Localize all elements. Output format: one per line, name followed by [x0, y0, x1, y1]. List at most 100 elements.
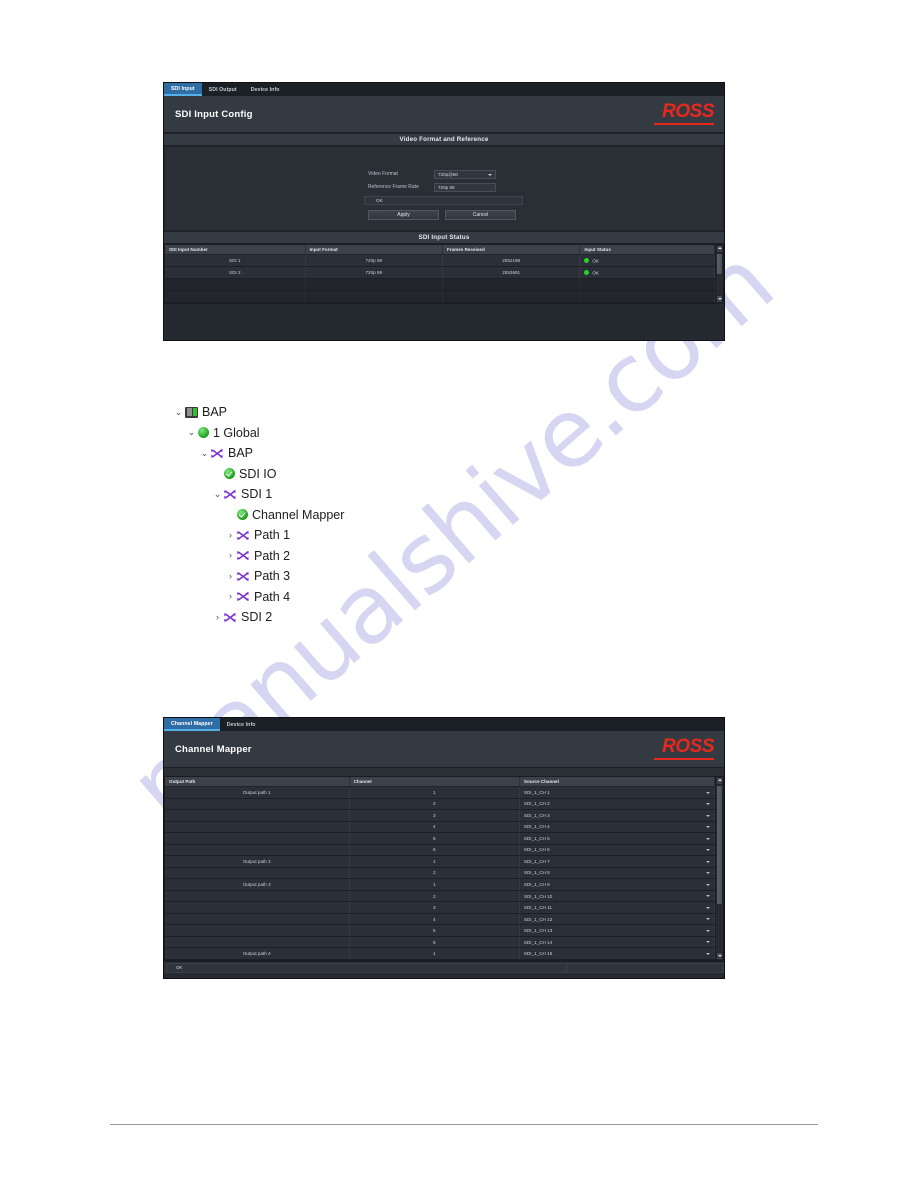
scroll-track[interactable]: [716, 785, 723, 952]
table-row[interactable]: 3 SDI_1_CH 11: [165, 901, 716, 914]
table-row[interactable]: 2 SDI_1_CH 8: [165, 867, 716, 880]
cell-empty: [305, 278, 443, 291]
tree-node[interactable]: ⌄ BAP: [172, 402, 344, 423]
cell-source-channel-select[interactable]: SDI_1_CH 5: [519, 832, 716, 845]
chevron-down-icon[interactable]: ⌄: [211, 489, 224, 499]
chevron-right-icon[interactable]: ›: [224, 530, 237, 540]
chevron-right-icon[interactable]: ›: [224, 571, 237, 581]
video-format-value: 720p@60: [438, 171, 458, 177]
cell-output-path: Output path 3: [165, 878, 350, 891]
scroll-up-icon[interactable]: [716, 245, 723, 253]
chevron-down-icon[interactable]: ⌄: [198, 448, 211, 458]
ross-logo: ROSS: [652, 102, 715, 126]
scroll-down-icon[interactable]: [716, 295, 723, 303]
cm-panel-tabbar: Channel Mapper Device Info: [164, 718, 724, 731]
scroll-thumb[interactable]: [716, 253, 723, 275]
cell-frames: 2553691: [442, 266, 581, 279]
cell-source-channel-select[interactable]: SDI_1_CH 6: [519, 844, 716, 857]
cell-output-path: [165, 913, 350, 926]
cell-source-channel-select[interactable]: SDI_1_CH 1: [519, 786, 716, 799]
video-format-section-band: Video Format and Reference: [164, 133, 724, 146]
tree-node[interactable]: ⌄ BAP: [198, 443, 344, 464]
table-row[interactable]: 5 SDI_1_CH 13: [165, 924, 716, 937]
tab-device-info[interactable]: Device Info: [244, 83, 287, 96]
tab-sdi-input[interactable]: SDI Input: [164, 83, 202, 96]
tree-node[interactable]: SDI IO: [211, 464, 344, 485]
check-circle-icon: [224, 468, 235, 480]
scroll-down-icon[interactable]: [716, 952, 723, 960]
cell-output-path: [165, 832, 350, 845]
cell-source-channel-select[interactable]: SDI_1_CH 13: [519, 924, 716, 937]
crossing-arrows-icon: [237, 550, 250, 561]
sdi-table-scrollbar[interactable]: [715, 245, 723, 303]
cell-number: SDI 2: [165, 266, 306, 279]
cell-source-channel-select[interactable]: SDI_1_CH 2: [519, 798, 716, 811]
table-row[interactable]: Output path 3 1 SDI_1_CH 9: [165, 878, 716, 891]
table-row[interactable]: 2 SDI_1_CH 10: [165, 890, 716, 903]
table-row[interactable]: Output path 2 1 SDI_1_CH 7: [165, 855, 716, 868]
cell-status: OK: [579, 254, 715, 267]
cell-source-channel-select[interactable]: SDI_1_CH 11: [519, 901, 716, 914]
scroll-thumb[interactable]: [716, 785, 723, 905]
scroll-up-icon[interactable]: [716, 777, 723, 785]
tab-channel-mapper[interactable]: Channel Mapper: [164, 718, 220, 731]
chevron-right-icon[interactable]: ›: [224, 551, 237, 560]
table-row[interactable]: 4 SDI_1_CH 4: [165, 821, 716, 834]
tab-sdi-output[interactable]: SDI Output: [202, 83, 244, 96]
cell-source-channel-select[interactable]: SDI_1_CH 15: [519, 947, 716, 960]
crossing-arrows-icon: [224, 612, 237, 623]
chevron-right-icon[interactable]: ›: [211, 612, 224, 622]
apply-button[interactable]: Apply: [368, 210, 439, 220]
cell-source-channel-select[interactable]: SDI_1_CH 8: [519, 867, 716, 880]
table-header-row: Output Path Channel Source Channel: [165, 777, 716, 787]
tree-node[interactable]: Channel Mapper: [224, 505, 344, 526]
page-footer-divider: [110, 1124, 818, 1125]
tree-node[interactable]: › Path 1: [224, 525, 344, 546]
chevron-down-icon[interactable]: ⌄: [185, 428, 198, 437]
tree-node-label: Path 4: [254, 589, 291, 604]
cell-source-channel-select[interactable]: SDI_1_CH 9: [519, 878, 716, 891]
video-format-select[interactable]: 720p@60: [434, 169, 496, 179]
sdi-input-status-table: SDI Input Number Input Format Frames Recei…: [165, 245, 715, 303]
table-row[interactable]: 5 SDI_1_CH 5: [165, 832, 716, 845]
table-row[interactable]: Output path 4 1 SDI_1_CH 15: [165, 947, 716, 960]
table-row[interactable]: SDI 2 720p 59 2553691 OK: [165, 266, 715, 279]
cell-channel: 2: [349, 867, 520, 880]
cell-source-channel-select[interactable]: SDI_1_CH 4: [519, 821, 716, 834]
scroll-track[interactable]: [716, 253, 723, 295]
table-row[interactable]: SDI 1 720p 59 2552198 OK: [165, 254, 715, 267]
table-row[interactable]: 2 SDI_1_CH 2: [165, 798, 716, 811]
cm-table-scrollbar[interactable]: [715, 777, 723, 960]
tree-node[interactable]: ⌄ 1 Global: [185, 423, 344, 444]
table-row[interactable]: 4 SDI_1_CH 12: [165, 913, 716, 926]
reference-frame-rate-input[interactable]: 720p 59: [434, 182, 496, 192]
table-row[interactable]: 6 SDI_1_CH 6: [165, 844, 716, 857]
chevron-right-icon[interactable]: ›: [224, 592, 237, 601]
cell-source-channel-select[interactable]: SDI_1_CH 10: [519, 890, 716, 903]
tree-node[interactable]: ⌄ SDI 1: [211, 484, 344, 505]
tree-node-label: Path 3: [254, 569, 291, 584]
cell-source-channel-select[interactable]: SDI_1_CH 7: [519, 855, 716, 868]
chevron-down-icon[interactable]: ⌄: [172, 407, 185, 417]
tree-node[interactable]: › Path 3: [224, 566, 344, 587]
cell-channel: 3: [349, 809, 520, 822]
cell-output-path: [165, 924, 350, 937]
tree-node[interactable]: › Path 4: [224, 587, 344, 608]
cell-channel: 1: [349, 855, 520, 868]
tree-node[interactable]: › SDI 2: [211, 607, 344, 628]
cell-source-channel-select[interactable]: SDI_1_CH 14: [519, 936, 716, 949]
tab-device-info[interactable]: Device Info: [220, 718, 263, 731]
cell-source-channel-select[interactable]: SDI_1_CH 3: [519, 809, 716, 822]
cm-page-title: Channel Mapper: [175, 743, 252, 755]
table-row[interactable]: 6 SDI_1_CH 14: [165, 936, 716, 949]
cell-output-path: [165, 821, 350, 834]
cell-empty: [579, 278, 715, 291]
table-row[interactable]: 3 SDI_1_CH 3: [165, 809, 716, 822]
check-circle-icon: [237, 509, 248, 521]
table-row[interactable]: Output path 1 1 SDI_1_CH 1: [165, 786, 716, 799]
cancel-button[interactable]: Cancel: [445, 210, 516, 220]
column-header: Source Channel: [519, 777, 716, 787]
cell-channel: 3: [349, 901, 520, 914]
tree-node[interactable]: › Path 2: [224, 546, 344, 567]
cell-source-channel-select[interactable]: SDI_1_CH 12: [519, 913, 716, 926]
